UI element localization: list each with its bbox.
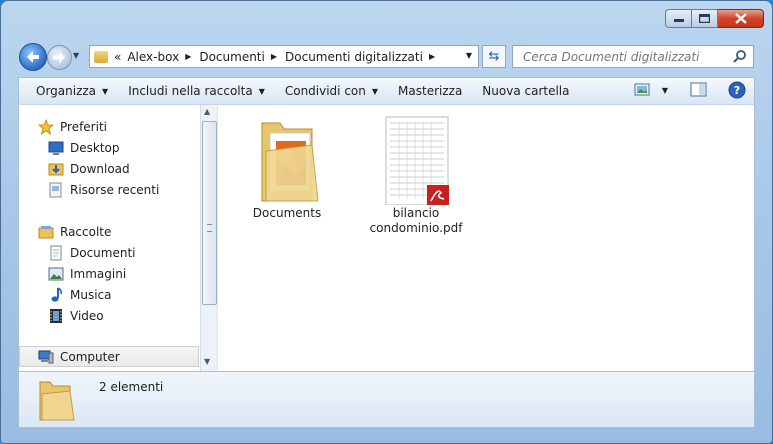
window-controls [665, 9, 764, 29]
svg-text:?: ? [734, 84, 740, 97]
sidebar-label: Desktop [70, 140, 120, 155]
sidebar-item-recent-places[interactable]: Risorse recenti [48, 179, 159, 200]
share-label: Condividi con [284, 84, 366, 98]
preview-pane-icon[interactable] [690, 82, 708, 98]
minimize-button[interactable] [665, 9, 692, 28]
scroll-up-icon[interactable]: ▲ [204, 107, 210, 116]
sidebar-label: Video [70, 308, 104, 323]
close-button[interactable] [718, 9, 764, 28]
pane-splitter[interactable] [217, 105, 218, 371]
view-options-icon[interactable] [634, 83, 652, 97]
file-list: Documents bilancio condominio.pdf [219, 105, 754, 371]
address-bar[interactable]: « Alex-box ▶ Documenti ▶ Documenti digit… [89, 45, 479, 68]
details-pane: 2 elementi [18, 371, 755, 428]
pdf-file-icon [385, 116, 449, 206]
new-folder-label: Nuova cartella [482, 84, 570, 98]
close-icon [734, 13, 747, 24]
folder-icon [39, 381, 75, 421]
breadcrumb-item[interactable]: Documenti digitalizzati [285, 50, 423, 64]
sidebar-item-desktop[interactable]: Desktop [48, 137, 120, 158]
burn-button[interactable]: Masterizza [388, 78, 472, 104]
navigation-pane: Preferiti Desktop Download Risorse recen… [19, 105, 217, 371]
sidebar-label: Computer [60, 349, 120, 364]
include-in-library-button[interactable]: Includi nella raccolta ▼ [118, 78, 275, 104]
back-button[interactable] [19, 43, 47, 71]
chevron-down-icon: ▼ [102, 86, 109, 96]
search-icon[interactable] [733, 49, 747, 63]
help-icon[interactable]: ? [728, 81, 746, 99]
arrow-left-icon [27, 51, 39, 63]
file-item-pdf[interactable]: bilancio condominio.pdf [361, 115, 471, 236]
chevron-down-icon: ▼ [371, 86, 379, 96]
new-folder-button[interactable]: Nuova cartella [472, 78, 579, 104]
sidebar-item-videos[interactable]: Video [48, 305, 104, 326]
item-count: 2 elementi [99, 380, 164, 394]
pictures-icon [48, 267, 64, 280]
breadcrumb-item[interactable]: Alex-box [127, 50, 179, 64]
recent-pages-dropdown[interactable]: ▼ [73, 51, 79, 60]
share-with-button[interactable]: Condividi con ▼ [275, 78, 388, 104]
chevron-right-icon[interactable]: ▶ [185, 52, 191, 61]
command-bar: Organizza ▼ Includi nella raccolta ▼ Condi… [18, 77, 755, 105]
minimize-icon [673, 18, 684, 22]
sidebar-item-libraries[interactable]: Raccolte [38, 221, 111, 242]
sidebar-item-documents[interactable]: Documenti [48, 242, 136, 263]
sidebar-item-pictures[interactable]: Immagini [48, 263, 126, 284]
sidebar-item-favorites[interactable]: Preferiti [38, 116, 107, 137]
scrollbar-thumb[interactable] [202, 121, 217, 305]
chevron-right-icon[interactable]: ▶ [271, 52, 277, 61]
sidebar-item-computer[interactable]: Computer [38, 346, 120, 367]
sidebar-item-download[interactable]: Download [48, 158, 130, 179]
organize-button[interactable]: Organizza ▼ [26, 78, 118, 104]
chevron-down-icon: ▼ [258, 86, 265, 96]
search-box[interactable] [512, 45, 754, 68]
explorer-window: ▼ « Alex-box ▶ Documenti ▶ Documenti dig… [0, 0, 773, 444]
desktop-icon [48, 141, 64, 155]
sidebar-label: Risorse recenti [70, 182, 160, 197]
documents-icon [50, 245, 62, 260]
star-icon [38, 118, 54, 135]
search-input[interactable] [521, 48, 735, 65]
download-folder-icon [48, 163, 64, 175]
music-icon [51, 286, 62, 302]
forward-button[interactable] [47, 45, 72, 70]
file-name: bilancio condominio.pdf [369, 206, 463, 235]
organize-label: Organizza [36, 84, 97, 98]
maximize-button[interactable] [692, 9, 718, 28]
breadcrumb-item[interactable]: Documenti [199, 50, 265, 64]
refresh-icon: ⇆ [488, 49, 500, 64]
arrow-right-icon [53, 51, 65, 64]
address-dropdown-icon[interactable]: ▼ [466, 51, 472, 60]
sidebar-label: Preferiti [60, 119, 107, 134]
scroll-down-icon[interactable]: ▼ [204, 357, 210, 366]
sidebar-label: Documenti [70, 245, 136, 260]
maximize-icon [699, 14, 710, 23]
include-label: Includi nella raccolta [128, 84, 253, 98]
burn-label: Masterizza [398, 84, 463, 98]
folder-icon [261, 122, 319, 202]
recent-places-icon [49, 182, 62, 197]
sidebar-label: Immagini [70, 266, 127, 281]
breadcrumb-overflow[interactable]: « [114, 50, 121, 64]
computer-icon [38, 350, 54, 363]
sidebar-label: Raccolte [60, 224, 112, 239]
folder-icon [94, 50, 108, 63]
chevron-right-icon[interactable]: ▶ [429, 52, 435, 61]
libraries-icon [38, 225, 54, 238]
sidebar-label: Musica [70, 287, 112, 302]
navigation-scrollbar[interactable]: ▲ ▼ [200, 105, 217, 371]
videos-icon [50, 308, 62, 323]
refresh-button[interactable]: ⇆ [482, 45, 506, 68]
file-name: Documents [252, 206, 322, 220]
sidebar-item-music[interactable]: Musica [48, 284, 112, 305]
sidebar-label: Download [70, 161, 130, 176]
file-item-folder[interactable]: Documents [237, 115, 337, 221]
content-area: Preferiti Desktop Download Risorse recen… [18, 105, 755, 371]
view-dropdown-icon[interactable]: ▼ [662, 86, 668, 95]
